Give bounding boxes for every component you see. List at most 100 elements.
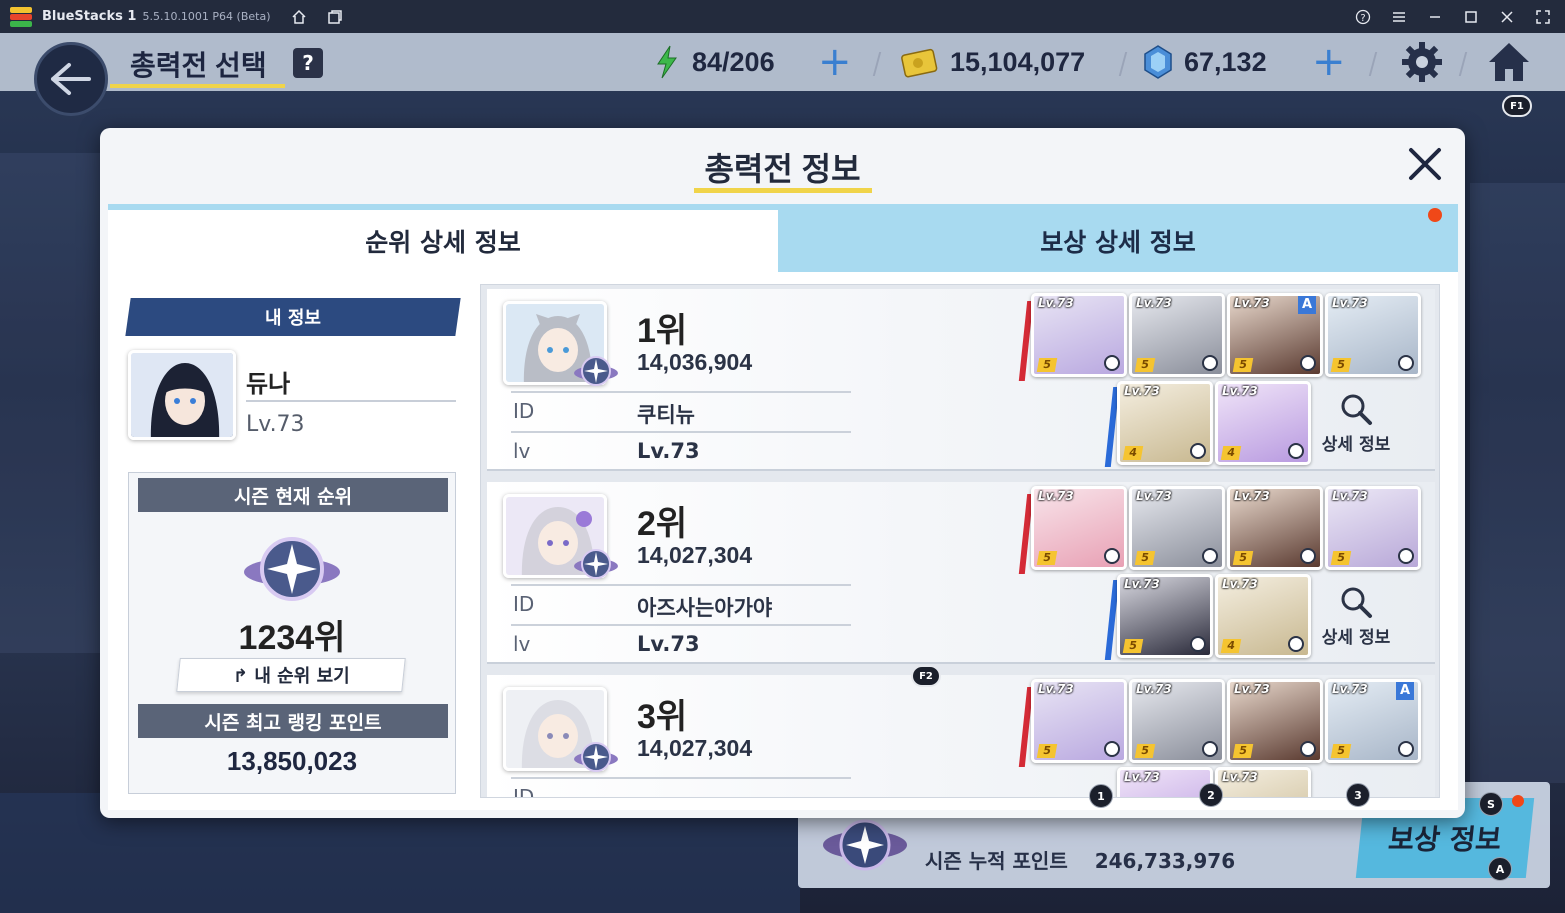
- character-card[interactable]: Lv.73 5: [1129, 293, 1225, 377]
- help-button[interactable]: ?: [293, 48, 323, 78]
- multi-instance-icon[interactable]: [327, 9, 343, 25]
- lightning-icon: [657, 45, 677, 79]
- modal-title: 총력전 정보: [704, 151, 861, 187]
- grade-badge: A: [1396, 682, 1414, 700]
- rank-position: 3위: [637, 698, 688, 736]
- tab-ranking-detail[interactable]: 순위 상세 정보: [108, 210, 778, 272]
- notification-dot: [1512, 795, 1524, 807]
- season-total-points-value: 246,733,976: [1094, 849, 1236, 873]
- character-card[interactable]: Lv.73 5: [1117, 574, 1213, 658]
- my-info-header: 내 정보: [125, 298, 461, 336]
- player-level: Lv.73: [637, 439, 700, 463]
- credit-card-icon: [901, 48, 938, 78]
- character-card[interactable]: Lv.73 5: [1325, 293, 1421, 377]
- svg-text:?: ?: [1360, 13, 1365, 24]
- rank-position: 2위: [637, 505, 688, 543]
- bluestacks-version: 5.5.10.1001 P64 (Beta): [142, 10, 271, 23]
- rank-position: 1위: [637, 312, 688, 350]
- back-button[interactable]: [34, 42, 108, 116]
- add-energy-button[interactable]: +: [818, 42, 852, 82]
- home-icon[interactable]: [1486, 40, 1532, 84]
- character-card[interactable]: Lv.73 5: [1031, 679, 1127, 763]
- magnifier-icon: [1341, 587, 1372, 618]
- tab-ranking-detail-label: 순위 상세 정보: [365, 228, 521, 257]
- role-icon: [1300, 355, 1316, 371]
- magnifier-icon: [1341, 394, 1372, 425]
- detail-info-label: 상세 정보: [1321, 434, 1391, 455]
- close-icon[interactable]: [1499, 9, 1515, 25]
- character-card[interactable]: Lv.73 5: [1031, 486, 1127, 570]
- minimize-icon[interactable]: [1427, 9, 1443, 25]
- character-card[interactable]: Lv.73 A 5: [1227, 293, 1323, 377]
- character-card[interactable]: Lv.73: [1215, 767, 1311, 797]
- modal-title-underline: [694, 188, 872, 193]
- id-label: ID: [513, 399, 535, 423]
- role-icon: [1202, 741, 1218, 757]
- tab-notification-dot: [1428, 208, 1442, 222]
- total-war-info-modal: 총력전 정보 순위 상세 정보 보상 상세 정보 내 정보 듀나 Lv.73 시…: [100, 128, 1465, 818]
- season-total-points-label: 시즌 누적 포인트: [925, 849, 1068, 873]
- role-icon: [1190, 636, 1206, 652]
- my-rank: 1234위: [238, 619, 346, 657]
- home-icon[interactable]: [291, 9, 307, 25]
- bluestacks-titlebar: BlueStacks 1 5.5.10.1001 P64 (Beta) ?: [0, 0, 1565, 33]
- page-title: 총력전 선택: [130, 50, 267, 81]
- energy-counter: 84/206: [652, 44, 775, 80]
- rank-emblem-icon: [573, 351, 619, 391]
- view-my-rank-label: 내 순위 보기: [254, 666, 350, 687]
- role-icon: [1104, 355, 1120, 371]
- ranking-list[interactable]: 1위 14,036,904 ID 쿠티뉴 lv Lv.73 Lv.73 5 Lv.…: [480, 284, 1440, 798]
- role-icon: [1288, 443, 1304, 459]
- rank-score: 14,027,304: [637, 542, 753, 568]
- detail-info-button[interactable]: 상세 정보: [1313, 576, 1399, 656]
- character-card[interactable]: Lv.73 4: [1117, 381, 1213, 465]
- grade-badge: A: [1298, 296, 1316, 314]
- season-total-points: 시즌 누적 포인트 246,733,976: [925, 845, 1235, 874]
- view-my-rank-button[interactable]: ↱ 내 순위 보기: [176, 658, 406, 692]
- role-icon: [1104, 548, 1120, 564]
- fullscreen-icon[interactable]: [1535, 9, 1551, 25]
- character-card[interactable]: Lv.73 5: [1031, 293, 1127, 377]
- add-gems-button[interactable]: +: [1312, 42, 1346, 82]
- player-level: Lv.73: [637, 632, 700, 656]
- player-id: 아즈사는아가야: [637, 596, 773, 620]
- id-label: ID: [513, 592, 535, 616]
- share-arrow-icon: ↱: [232, 666, 254, 687]
- menu-icon[interactable]: [1391, 9, 1407, 25]
- modal-close-button[interactable]: [1405, 144, 1445, 184]
- rank-emblem-icon: [573, 544, 619, 584]
- hotkey-f2-badge: F2: [911, 665, 941, 687]
- character-card[interactable]: Lv.73 5: [1227, 679, 1323, 763]
- reward-info-label: 보상 정보: [1386, 823, 1503, 856]
- rank-emblem-icon: [242, 524, 342, 614]
- settings-gear-icon[interactable]: [1400, 40, 1444, 84]
- ranking-row: 3위 14,027,304 ID Lv.73 5 Lv.73 5 Lv.73 5 Lv…: [487, 675, 1435, 798]
- hotkey-a-badge: A: [1488, 857, 1512, 881]
- player-id: 쿠티뉴: [637, 403, 695, 427]
- detail-info-label: 상세 정보: [1321, 627, 1391, 648]
- season-rank-label: 시즌 현재 순위: [138, 478, 448, 512]
- gems-value: 67,132: [1184, 46, 1267, 77]
- character-card[interactable]: Lv.73 5: [1129, 679, 1225, 763]
- ranking-row: 2위 14,027,304 ID 아즈사는아가야 lv Lv.73 Lv.73 5…: [487, 482, 1435, 664]
- help-icon[interactable]: ?: [1355, 9, 1371, 25]
- character-card[interactable]: Lv.73 5: [1325, 486, 1421, 570]
- bluestacks-logo-icon: [10, 6, 32, 28]
- character-card[interactable]: Lv.73 5: [1227, 486, 1323, 570]
- character-card[interactable]: Lv.73 4: [1215, 574, 1311, 658]
- tab-reward-detail[interactable]: 보상 상세 정보: [778, 210, 1458, 272]
- id-label: ID: [513, 785, 535, 798]
- character-card[interactable]: Lv.73 A 5: [1325, 679, 1421, 763]
- gems-counter: 67,132: [1142, 44, 1267, 80]
- lv-label: lv: [513, 632, 531, 656]
- role-icon: [1398, 355, 1414, 371]
- my-avatar: [128, 350, 236, 440]
- my-level: Lv.73: [246, 412, 305, 437]
- detail-info-button[interactable]: 상세 정보: [1313, 383, 1399, 463]
- character-card[interactable]: Lv.73 4: [1215, 381, 1311, 465]
- maximize-icon[interactable]: [1463, 9, 1479, 25]
- energy-value: 84/206: [692, 46, 775, 77]
- hotkey-s-badge: S: [1479, 792, 1503, 816]
- character-card[interactable]: Lv.73 5: [1129, 486, 1225, 570]
- role-icon: [1190, 443, 1206, 459]
